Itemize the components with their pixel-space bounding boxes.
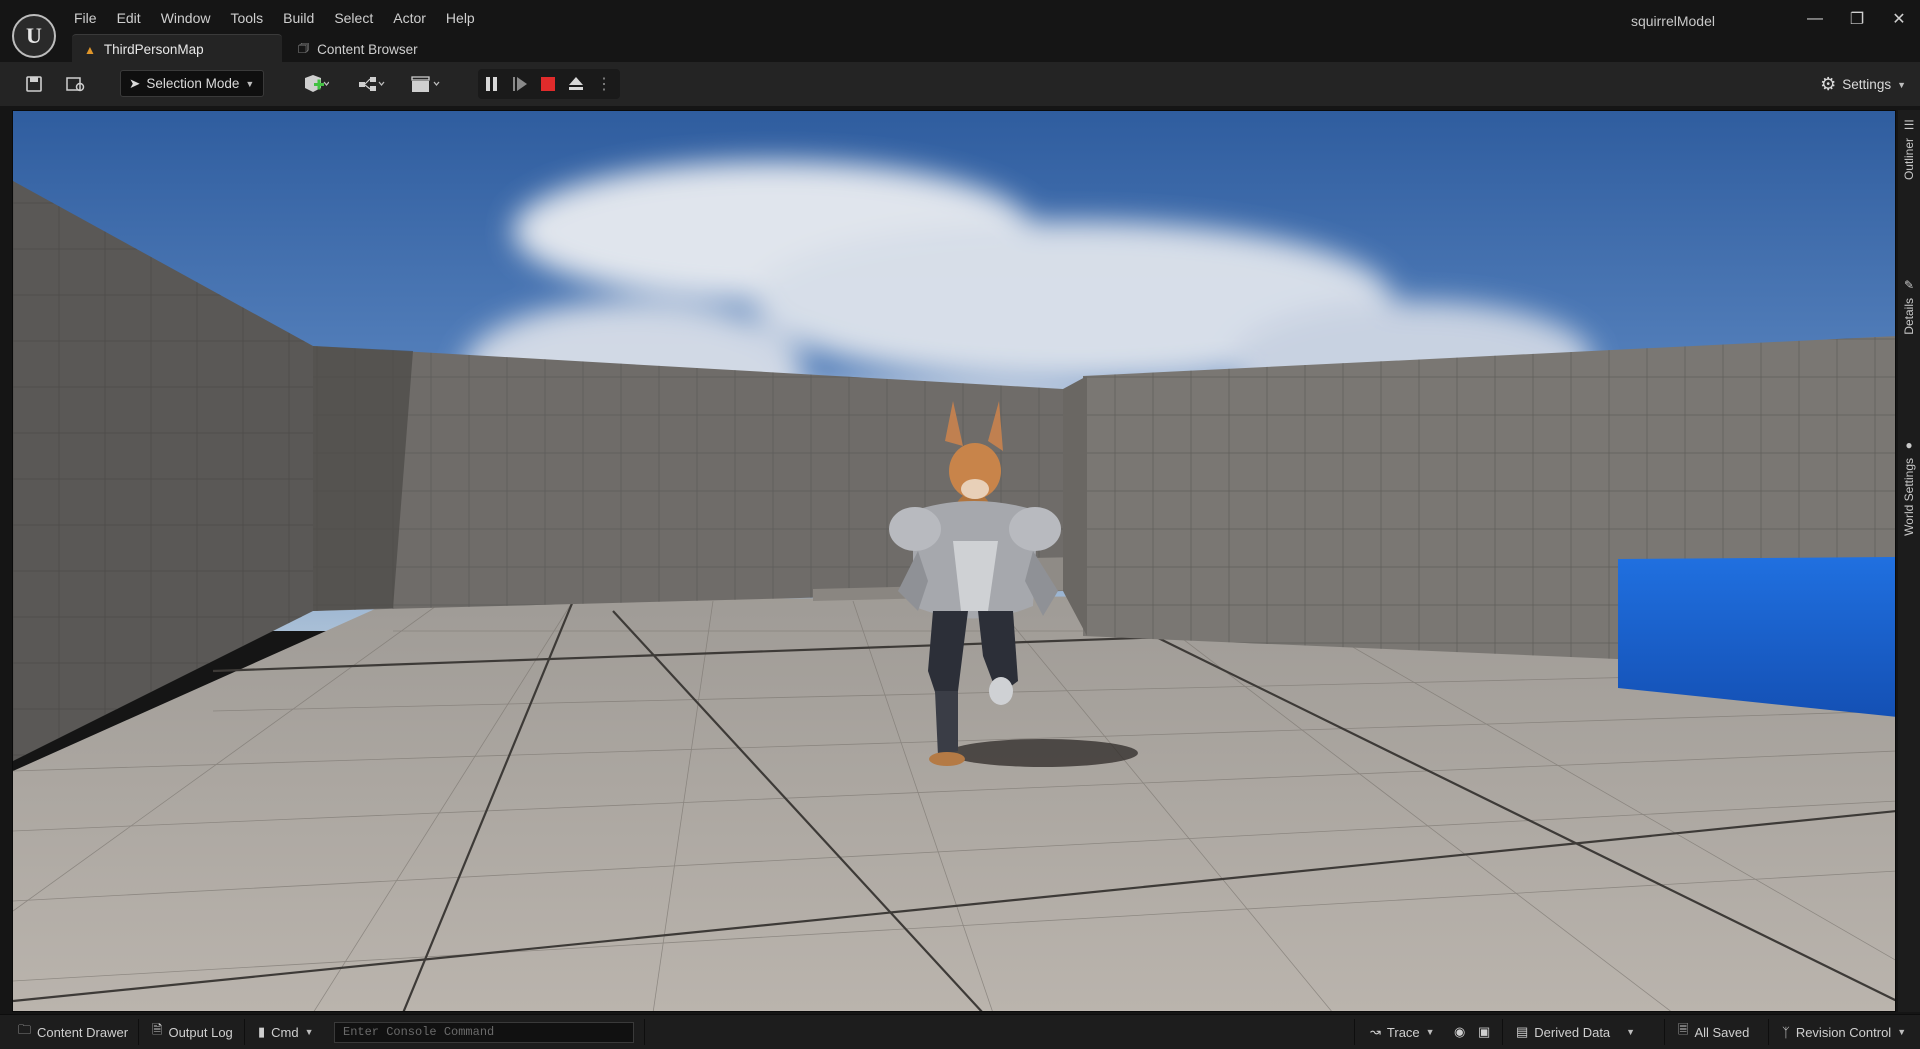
chevron-down-icon: ▼ [304,1027,314,1037]
content-drawer-label: Content Drawer [37,1024,129,1040]
console-placeholder: Enter Console Command [343,1025,495,1039]
save-icon[interactable] [22,72,46,96]
console-command-input[interactable]: Enter Console Command [334,1022,634,1043]
list-icon: ☰ [1903,118,1915,132]
derived-data-label: Derived Data [1534,1024,1611,1040]
outliner-label: Outliner [1902,138,1916,181]
tab-label: ThirdPersonMap [103,42,204,57]
eject-icon[interactable] [562,69,590,99]
select-cursor-icon: ➤ [129,75,141,91]
add-actor-icon[interactable] [296,72,336,96]
trace-label: Trace [1386,1024,1420,1040]
pencil-icon: ✎ [1903,278,1915,292]
divider [1768,1019,1769,1045]
selection-mode-label: Selection Mode [146,76,240,91]
gear-icon: ⚙ [1820,74,1837,94]
level-viewport[interactable] [12,110,1896,1012]
divider [1664,1019,1665,1045]
menu-select[interactable]: Select [334,10,383,26]
drawer-icon: 🗀 [18,1022,32,1037]
content-browser-icon: 🗇 [298,40,310,55]
details-tab[interactable]: ✎ Details [1898,278,1920,335]
chevron-down-icon: ▼ [245,78,255,89]
settings-label: Settings [1842,77,1892,92]
settings-button[interactable]: ⚙ Settings ▼ [1820,74,1906,95]
menu-edit[interactable]: Edit [117,10,151,26]
chevron-down-icon: ▼ [1626,1027,1636,1037]
derived-data-dropdown[interactable]: ▤ Derived Data ▼ [1516,1015,1635,1049]
divider [138,1019,139,1045]
menu-bar: File Edit Window Tools Build Select Acto… [74,10,495,26]
trace-icon: ↝ [1370,1024,1381,1039]
world-settings-tab[interactable]: ● World Settings [1898,438,1920,536]
menu-window[interactable]: Window [161,10,221,26]
tab-thirdpersonmap[interactable]: ▲ ThirdPersonMap [72,34,282,64]
cinematics-icon[interactable] [406,72,446,96]
screenshot-icon[interactable]: ▣ [1478,1015,1490,1049]
globe-icon: ● [1905,438,1913,452]
outliner-tab[interactable]: ☰ Outliner [1898,118,1920,180]
browse-icon[interactable] [64,72,88,96]
selection-mode-dropdown[interactable]: ➤ Selection Mode ▼ [120,70,264,97]
cmd-label: Cmd [271,1024,299,1040]
all-saved-button[interactable]: 🗏 All Saved [1678,1015,1749,1049]
trace-dropdown[interactable]: ↝ Trace ▼ [1370,1015,1435,1049]
details-label: Details [1902,298,1916,335]
menu-help[interactable]: Help [446,10,485,26]
log-icon: 🗎 [152,1022,163,1037]
content-drawer-button[interactable]: 🗀 Content Drawer [18,1015,128,1049]
divider [1354,1019,1355,1045]
pause-icon[interactable] [478,69,506,99]
terminal-icon: ▮ [258,1024,266,1039]
all-saved-label: All Saved [1694,1024,1750,1040]
branch-icon: ᛉ [1782,1024,1790,1040]
menu-tools[interactable]: Tools [230,10,273,26]
record-icon[interactable]: ◉ [1454,1015,1465,1049]
main-toolbar: ➤ Selection Mode ▼ ⋮ ⚙ Settings ▼ [0,62,1920,106]
unreal-logo-icon[interactable]: U [12,14,56,58]
document-tabs: ▲ ThirdPersonMap 🗇 Content Browser [0,32,1920,64]
level-icon: ▲ [84,42,96,57]
viewport-scene[interactable] [13,111,1896,1012]
menu-file[interactable]: File [74,10,107,26]
more-options-icon[interactable]: ⋮ [590,69,618,99]
chevron-down-icon: ▼ [1425,1027,1435,1037]
status-bar: 🗀 Content Drawer 🗎 Output Log ▮ Cmd ▼ En… [0,1014,1920,1049]
chevron-down-icon: ▼ [1897,79,1906,90]
divider [644,1019,645,1045]
files-icon: 🗏 [1678,1022,1689,1037]
revision-control-button[interactable]: ᛉ Revision Control ▼ [1782,1015,1906,1049]
tab-content-browser[interactable]: 🗇 Content Browser [286,34,430,64]
chevron-down-icon: ▼ [1897,1027,1907,1037]
cmd-dropdown[interactable]: ▮ Cmd ▼ [258,1015,314,1049]
tab-label: Content Browser [317,41,418,57]
divider [1502,1019,1503,1045]
menu-actor[interactable]: Actor [393,10,436,26]
project-name: squirrelModel [1630,13,1715,29]
divider [244,1019,245,1045]
output-log-label: Output Log [168,1024,233,1040]
blueprint-icon[interactable] [352,72,392,96]
side-panel-strip: ☰ Outliner ✎ Details ● World Settings [1898,110,1920,1012]
stop-icon[interactable] [534,69,562,99]
output-log-button[interactable]: 🗎 Output Log [152,1015,233,1049]
revision-control-label: Revision Control [1795,1024,1892,1040]
play-controls: ⋮ [478,69,620,99]
menu-build[interactable]: Build [283,10,324,26]
world-settings-label: World Settings [1902,458,1916,536]
database-icon: ▤ [1516,1024,1529,1039]
skip-frame-icon[interactable] [506,69,534,99]
